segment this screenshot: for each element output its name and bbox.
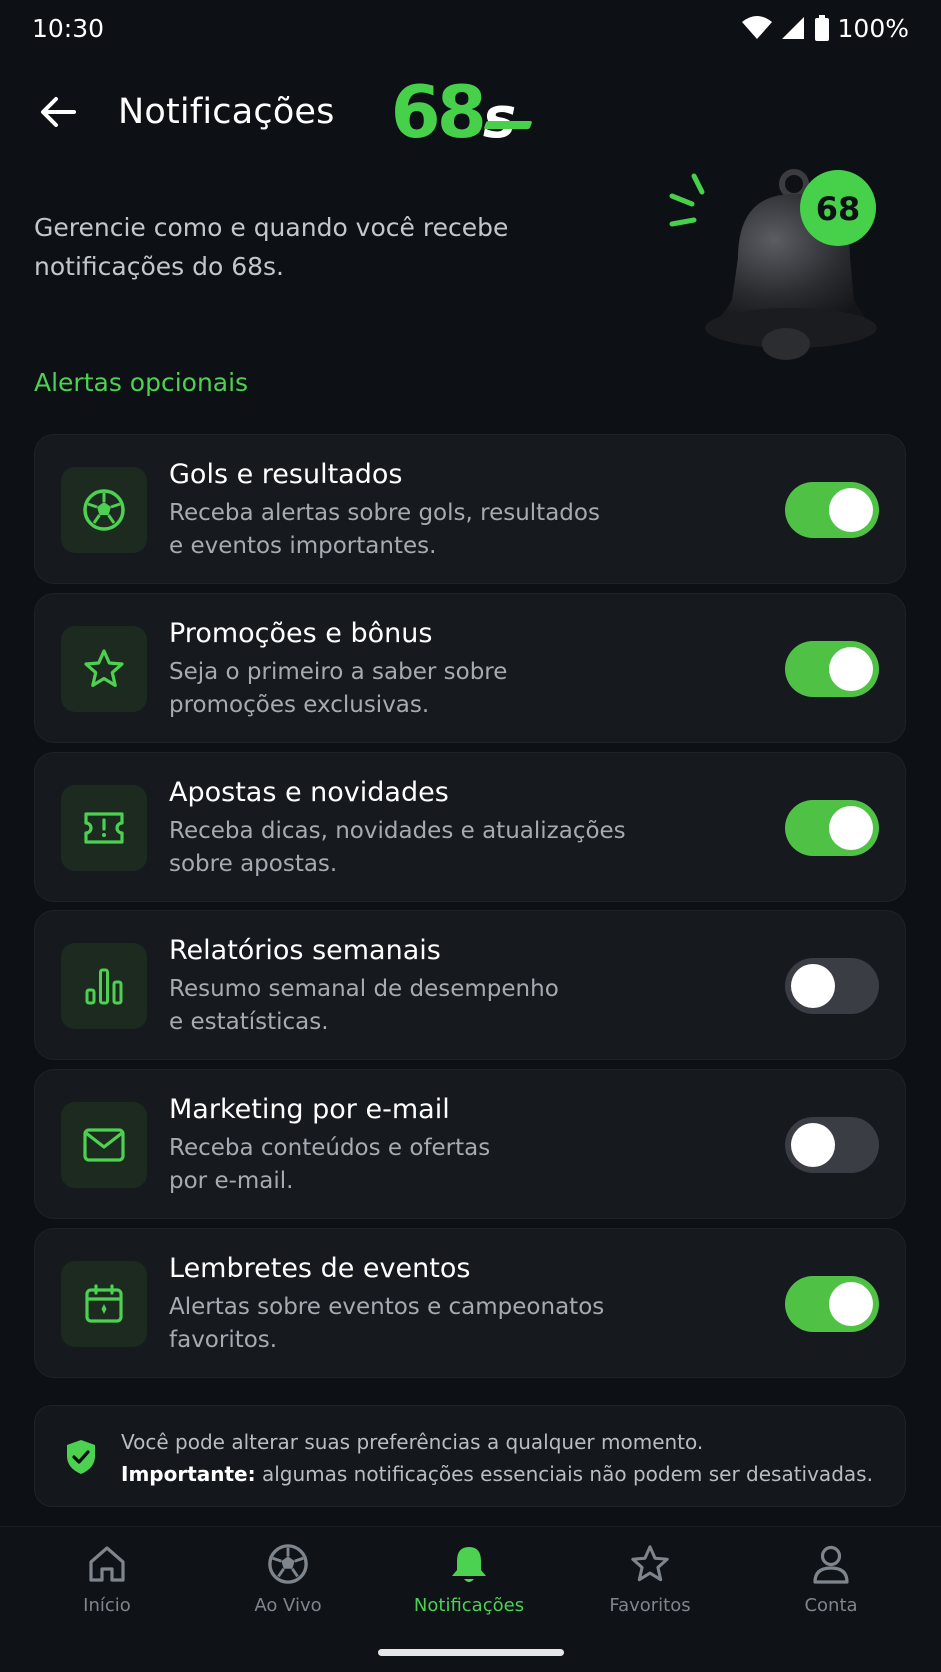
setting-title: Marketing por e-mail [169, 1094, 450, 1125]
toggle-knob [829, 488, 873, 532]
bell-icon [452, 1547, 486, 1582]
soccer-ball-icon [83, 489, 125, 531]
shield-check-icon [67, 1440, 95, 1474]
intro-text: Gerencie como e quando você recebe notif… [34, 213, 509, 281]
nav-item-notificacoes[interactable]: Notificações [379, 1543, 559, 1633]
setting-icon-wrap [61, 1102, 147, 1188]
setting-description: Receba dicas, novidades e atualizações s… [169, 818, 626, 877]
bell-badge-count: 68 [816, 190, 861, 228]
setting-icon-wrap [61, 1261, 147, 1347]
setting-card-email-marketing: Marketing por e-mail Receba conteúdos e … [34, 1069, 906, 1219]
setting-icon-wrap [61, 626, 147, 712]
setting-card-promotions: Promoções e bônus Seja o primeiro a sabe… [34, 593, 906, 743]
calendar-icon [85, 1284, 123, 1323]
status-time: 10:30 [32, 13, 105, 43]
user-icon [813, 1545, 849, 1584]
setting-icon-wrap [61, 467, 147, 553]
toggle-knob [829, 806, 873, 850]
event-reminders-toggle[interactable] [785, 1276, 879, 1332]
arrow-left-icon [41, 97, 76, 127]
bets-toggle[interactable] [785, 800, 879, 856]
battery-icon [814, 15, 829, 41]
home-indicator[interactable] [378, 1649, 564, 1656]
nav-item-favoritos[interactable]: Favoritos [560, 1543, 740, 1633]
setting-card-event-reminders: Lembretes de eventos Alertas sobre event… [34, 1228, 906, 1378]
setting-card-bets: Apostas e novidades Receba dicas, novida… [34, 752, 906, 902]
ticket-icon [84, 812, 124, 844]
weekly-reports-toggle[interactable] [785, 958, 879, 1014]
battery-level: 100% [837, 13, 909, 43]
section-title: Alertas opcionais [34, 368, 249, 397]
status-bar: 10:30 100% [0, 0, 941, 56]
setting-description: Receba conteúdos e ofertas por e-mail. [169, 1135, 491, 1194]
info-text: Você pode alterar suas preferências a qu… [121, 1430, 704, 1454]
promotions-toggle[interactable] [785, 641, 879, 697]
toggle-knob [791, 964, 835, 1008]
setting-description: Resumo semanal de desempenho e estatísti… [169, 976, 559, 1035]
bell-icon: 68 [669, 169, 877, 360]
signal-icon [781, 17, 804, 39]
setting-card-weekly-reports: Relatórios semanais Resumo semanal de de… [34, 910, 906, 1060]
home-icon [89, 1546, 125, 1582]
setting-icon-wrap [61, 785, 147, 871]
setting-title: Gols e resultados [169, 459, 403, 490]
bell-illustration: 68 [668, 168, 888, 368]
setting-description: Alertas sobre eventos e campeonatos favo… [169, 1294, 605, 1353]
status-icons: 100% [741, 13, 909, 43]
toggle-knob [829, 647, 873, 691]
app-header: Notificações 68 s [0, 72, 941, 152]
info-notice: Você pode alterar suas preferências a qu… [34, 1405, 906, 1507]
setting-title: Lembretes de eventos [169, 1253, 471, 1284]
page-title: Notificações [118, 92, 335, 132]
nav-item-inicio[interactable]: Início [17, 1543, 197, 1633]
brand-logo: 68 s [390, 70, 517, 154]
setting-title: Promoções e bônus [169, 618, 433, 649]
setting-title: Relatórios semanais [169, 935, 441, 966]
goals-toggle[interactable] [785, 482, 879, 538]
setting-icon-wrap [61, 943, 147, 1029]
star-icon [631, 1545, 669, 1582]
wifi-icon [741, 16, 772, 39]
setting-description: Receba alertas sobre gols, resultados e … [169, 500, 600, 559]
toggle-knob [829, 1282, 873, 1326]
email-marketing-toggle[interactable] [785, 1117, 879, 1173]
back-button[interactable] [36, 90, 80, 134]
soccer-ball-icon [268, 1544, 308, 1584]
mail-icon [83, 1128, 125, 1162]
nav-item-ao-vivo[interactable]: Ao Vivo [198, 1543, 378, 1633]
toggle-knob [791, 1123, 835, 1167]
setting-card-goals: Gols e resultados Receba alertas sobre g… [34, 434, 906, 584]
nav-item-conta[interactable]: Conta [741, 1543, 921, 1633]
info-important-text: Importante: algumas notificações essenci… [121, 1462, 873, 1486]
bar-chart-icon [85, 968, 123, 1005]
setting-title: Apostas e novidades [169, 777, 449, 808]
setting-description: Seja o primeiro a saber sobre promoções … [169, 659, 508, 718]
star-icon [84, 649, 124, 687]
